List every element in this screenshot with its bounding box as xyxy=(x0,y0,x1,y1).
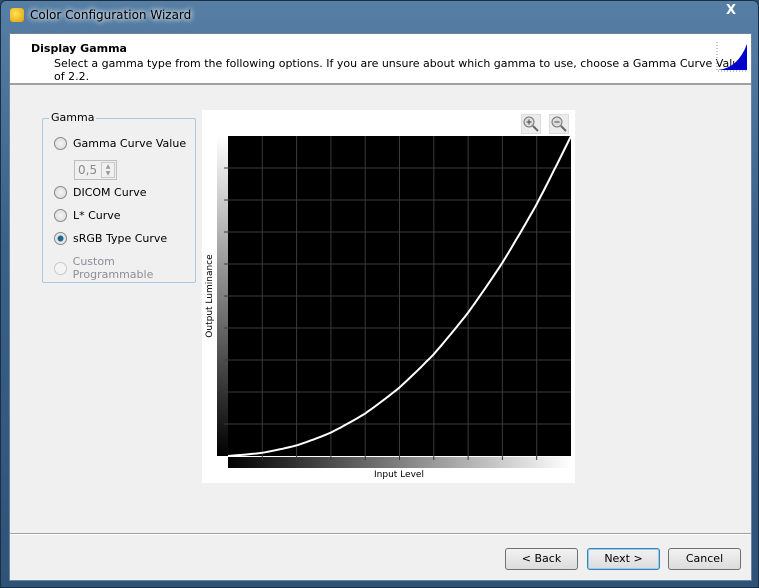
radio-label: DICOM Curve xyxy=(73,186,147,199)
radio-srgb-curve[interactable]: sRGB Type Curve xyxy=(54,232,167,245)
y-axis-label: Output Luminance xyxy=(205,254,215,338)
x-axis-label: Input Level xyxy=(374,470,424,480)
footer-separator xyxy=(10,533,751,535)
radio-label: Custom Programmable xyxy=(72,255,154,281)
gamma-value-spinner[interactable]: 0,5 ▲ ▼ xyxy=(74,160,117,180)
radio-label: sRGB Type Curve xyxy=(73,232,168,245)
radio-custom-programmable[interactable]: Custom Programmable xyxy=(54,255,195,281)
radio-lstar-curve[interactable]: L* Curve xyxy=(54,209,121,222)
gamma-group: Gamma Gamma Curve Value 0,5 ▲ ▼ DICOM Curv… xyxy=(42,111,196,283)
gamma-value: 0,5 xyxy=(78,163,98,177)
gamma-plot: Input Level Output Luminance xyxy=(205,135,572,480)
next-button[interactable]: Next > xyxy=(587,548,660,570)
cancel-button[interactable]: Cancel xyxy=(668,548,741,570)
wizard-body: Display Gamma Select a gamma type from t… xyxy=(9,33,752,581)
wizard-window: Color Configuration Wizard X Display Gam… xyxy=(0,0,759,588)
radio-gamma-curve-value[interactable]: Gamma Curve Value xyxy=(54,137,186,150)
radio-label: Gamma Curve Value xyxy=(73,137,187,150)
gamma-group-label: Gamma xyxy=(49,111,97,124)
close-button[interactable]: X xyxy=(721,3,741,21)
window-title: Color Configuration Wizard xyxy=(30,8,192,22)
page-title: Display Gamma xyxy=(31,42,127,55)
app-icon xyxy=(10,8,24,22)
radio-dicom-curve[interactable]: DICOM Curve xyxy=(54,186,147,199)
title-bar[interactable]: Color Configuration Wizard X xyxy=(1,1,759,29)
radio-label: L* Curve xyxy=(73,209,121,222)
wizard-header: Display Gamma Select a gamma type from t… xyxy=(10,34,751,85)
page-subtitle: Select a gamma type from the following o… xyxy=(54,57,746,83)
spinner-arrows[interactable]: ▲ ▼ xyxy=(101,162,115,178)
gamma-chart: Input Level Output Luminance xyxy=(202,110,575,483)
gamma-curve-icon xyxy=(716,42,747,72)
back-button[interactable]: < Back xyxy=(505,548,578,570)
